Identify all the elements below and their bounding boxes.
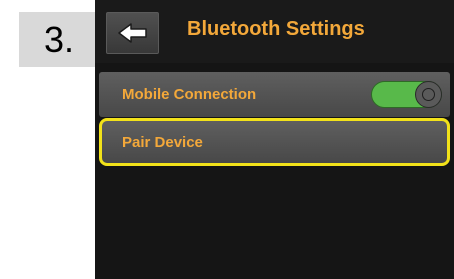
instruction-page: 3. Bluetooth Settings Mobile Connection … xyxy=(0,0,454,279)
step-number: 3. xyxy=(43,18,75,60)
toggle-knob-ring-icon xyxy=(422,88,435,101)
device-screen: Bluetooth Settings Mobile Connection Pai… xyxy=(95,0,454,279)
mobile-connection-label: Mobile Connection xyxy=(122,86,257,103)
arrow-left-icon xyxy=(117,23,147,43)
back-button[interactable] xyxy=(106,12,159,54)
page-title: Bluetooth Settings xyxy=(187,18,365,40)
mobile-connection-toggle[interactable] xyxy=(371,81,442,108)
header-bar: Bluetooth Settings xyxy=(95,0,454,63)
step-number-badge: 3. xyxy=(19,12,99,67)
toggle-knob xyxy=(415,81,442,108)
pair-device-button[interactable]: Pair Device xyxy=(99,118,450,166)
pair-device-label: Pair Device xyxy=(122,133,203,151)
